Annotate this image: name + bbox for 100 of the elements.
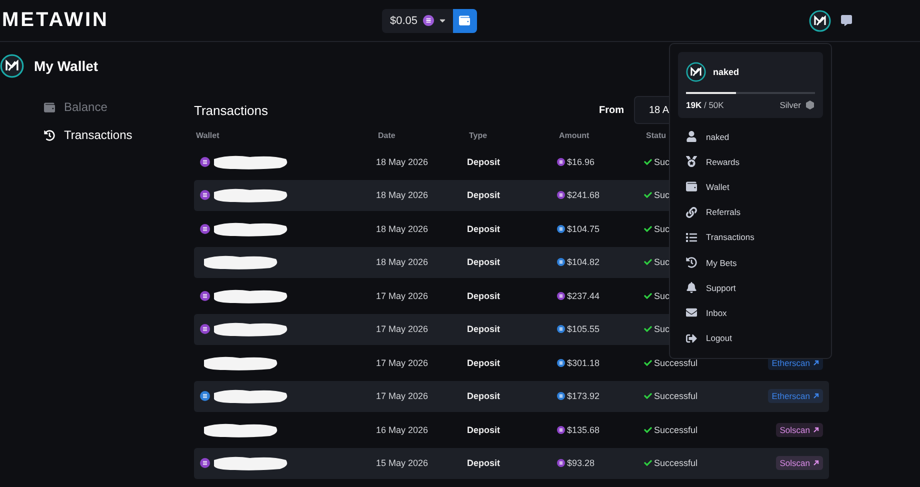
type-cell-text: Deposit — [467, 358, 502, 368]
menu-item[interactable]: Logout — [678, 326, 823, 351]
balance-selector[interactable]: $0.05 — [382, 8, 477, 32]
wallet-icon — [686, 181, 697, 192]
status-cell: Suc — [654, 190, 670, 200]
column-header: Amount — [558, 130, 590, 140]
avatar-icon — [686, 62, 706, 82]
amount-cell: $93.28 — [567, 458, 595, 468]
menu-item[interactable]: Transactions — [678, 224, 823, 250]
date-cell-text: 17 May 2026 — [376, 290, 430, 300]
tier-label: Silver — [780, 100, 801, 110]
type-cell-text: Deposit — [467, 224, 502, 234]
amount-cell: $104.75 — [567, 224, 600, 234]
page-title: My Wallet — [34, 58, 98, 74]
bell-icon — [686, 282, 697, 294]
date-cell-text: 17 May 2026 — [376, 358, 430, 368]
xp-text: 19K / 50K — [686, 100, 724, 110]
history-icon — [44, 130, 55, 140]
date-cell-text: 18 May 2026 — [376, 257, 430, 267]
status-cell: Suc — [654, 257, 670, 267]
date-field[interactable]: 18 A — [634, 96, 670, 124]
type-cell-text: Deposit — [467, 290, 502, 300]
type-cell-text: Deposit — [467, 257, 502, 267]
menu-item[interactable]: Wallet — [678, 174, 823, 200]
menu-item[interactable]: Rewards — [678, 149, 823, 174]
status-cell: Suc — [654, 324, 670, 334]
sidebar-item[interactable]: Transactions — [44, 128, 194, 142]
check-icon — [644, 392, 652, 400]
from-label: From — [599, 104, 624, 116]
avatar-icon[interactable] — [809, 10, 831, 32]
type-cell-text: Deposit — [467, 156, 502, 166]
amount-cell: $105.55 — [567, 324, 600, 334]
date-cell-text: 18 May 2026 — [376, 190, 430, 200]
external-link-icon — [813, 460, 819, 466]
wallet-icon — [459, 15, 470, 26]
type-cell-text: Deposit — [467, 458, 502, 468]
explorer-link[interactable]: Solscan — [776, 422, 823, 436]
amount-cell: $16.96 — [567, 156, 595, 166]
check-icon — [644, 426, 652, 434]
type-cell-text: Deposit — [467, 424, 502, 434]
menu-item[interactable]: Support — [678, 275, 823, 300]
amount-cell: $104.82 — [567, 257, 600, 267]
external-link-icon — [813, 426, 819, 432]
status-cell: Suc — [654, 290, 670, 300]
date-cell-text: 16 May 2026 — [376, 424, 430, 434]
wallet-button[interactable] — [452, 8, 477, 32]
avatar-icon — [0, 54, 24, 78]
wallet-icon — [44, 102, 55, 112]
section-title: Transactions — [194, 102, 268, 118]
history-icon — [686, 257, 697, 268]
sidebar-item[interactable]: Balance — [44, 100, 194, 114]
logout-icon — [686, 332, 697, 344]
external-link-icon — [813, 360, 819, 366]
amount-cell: $135.68 — [567, 424, 600, 434]
medal-icon — [686, 156, 697, 168]
external-link-icon — [813, 393, 819, 399]
chat-icon[interactable] — [841, 15, 852, 26]
hexagon-icon — [805, 100, 815, 110]
status-cell: Suc — [654, 224, 670, 234]
status-cell: Successful — [654, 391, 698, 401]
amount-cell: $301.18 — [567, 358, 600, 368]
status-cell: Suc — [654, 156, 670, 166]
check-icon — [644, 258, 652, 266]
date-cell-text: 17 May 2026 — [376, 324, 430, 334]
type-cell-text: Deposit — [467, 391, 502, 401]
mail-icon — [686, 307, 697, 318]
status-cell: Successful — [654, 358, 698, 368]
amount-cell: $173.92 — [567, 391, 600, 401]
check-icon — [644, 459, 652, 467]
type-cell-text: Deposit — [467, 190, 502, 200]
list-icon — [686, 232, 697, 243]
date-cell-text: 17 May 2026 — [376, 391, 430, 401]
check-icon — [644, 158, 652, 166]
column-header: Statu — [645, 130, 666, 140]
explorer-link[interactable]: Solscan — [776, 456, 823, 470]
username: naked — [713, 67, 740, 77]
menu-item[interactable]: Inbox — [678, 300, 823, 326]
check-icon — [644, 292, 652, 300]
link-icon — [686, 206, 697, 218]
date-cell-text: 15 May 2026 — [376, 458, 430, 468]
user-icon — [686, 131, 697, 142]
menu-item[interactable]: naked — [678, 124, 823, 150]
status-cell: Successful — [654, 424, 698, 434]
check-icon — [644, 224, 652, 232]
menu-item[interactable]: Referrals — [678, 200, 823, 225]
status-cell: Successful — [654, 458, 698, 468]
check-icon — [644, 191, 652, 199]
check-icon — [644, 358, 652, 366]
column-header: Wallet — [195, 130, 220, 140]
column-header: Date — [377, 130, 396, 140]
column-header: Type — [468, 130, 488, 140]
type-cell-text: Deposit — [467, 324, 502, 334]
explorer-link[interactable]: Etherscan — [768, 389, 823, 403]
menu-item[interactable]: My Bets — [678, 250, 823, 276]
amount-cell: $237.44 — [567, 290, 600, 300]
date-cell-text: 18 May 2026 — [376, 224, 430, 234]
amount-cell: $241.68 — [567, 190, 600, 200]
date-cell-text: 18 May 2026 — [376, 156, 430, 166]
logo[interactable]: METAWIN — [2, 9, 382, 32]
check-icon — [644, 325, 652, 333]
